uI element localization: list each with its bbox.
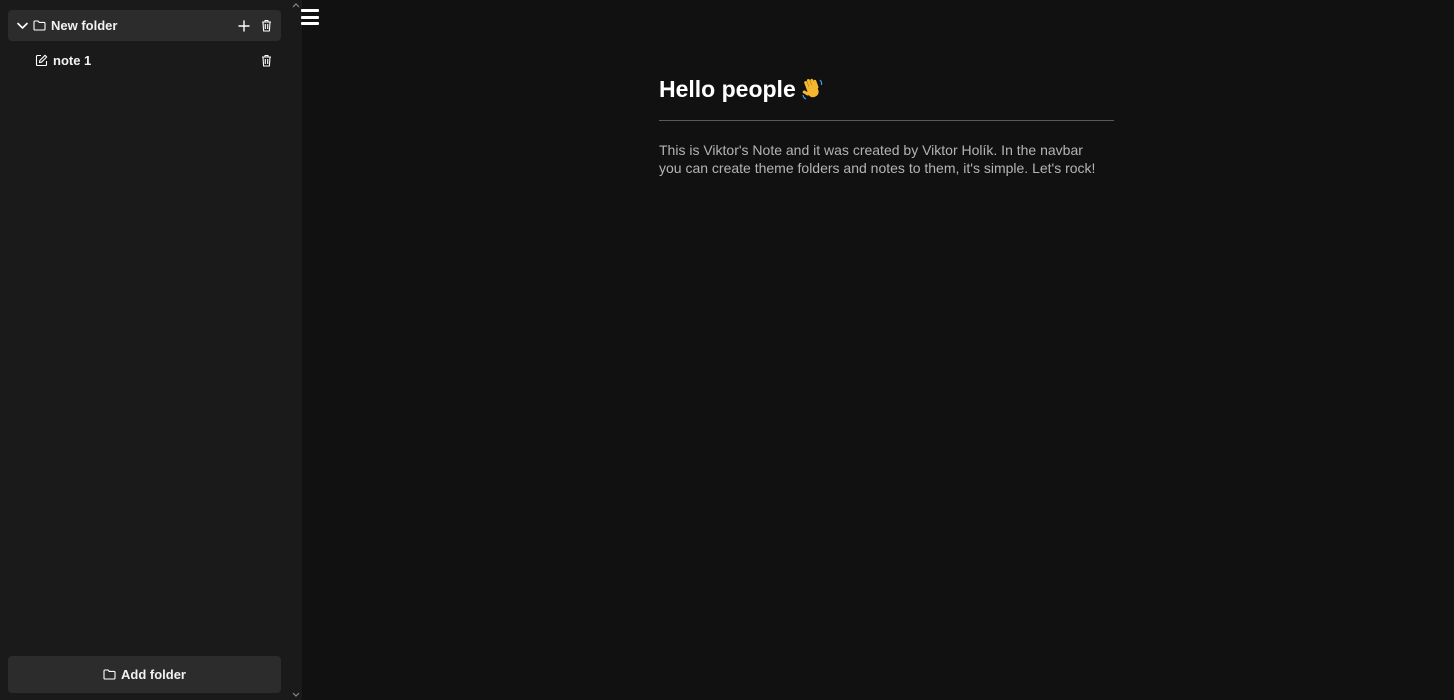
- add-folder-label: Add folder: [121, 667, 186, 682]
- folder-name: New folder: [51, 18, 118, 33]
- note-heading: Hello people: [659, 72, 1114, 106]
- edit-note-icon: [34, 53, 48, 67]
- trash-icon[interactable]: [259, 53, 273, 67]
- plus-icon[interactable]: [237, 19, 251, 33]
- folder-icon: [103, 669, 116, 680]
- add-folder-button[interactable]: Add folder: [8, 656, 281, 693]
- note-actions: [259, 48, 273, 72]
- trash-icon[interactable]: [259, 19, 273, 33]
- folder-row[interactable]: New folder: [8, 10, 281, 41]
- note-heading-text: Hello people: [659, 76, 796, 102]
- folder-actions: [237, 10, 273, 41]
- folder-icon: [32, 19, 46, 33]
- hamburger-menu-icon[interactable]: [301, 9, 319, 25]
- sidebar: New folder note 1 Add folder: [0, 0, 290, 700]
- note-body: This is Viktor's Note and it was created…: [659, 142, 1096, 176]
- scroll-down-icon[interactable]: [290, 689, 302, 699]
- sidebar-scrollbar[interactable]: [290, 0, 302, 700]
- waving-hand-icon: [800, 76, 826, 102]
- chevron-down-icon[interactable]: [16, 20, 28, 32]
- note-title: note 1: [53, 52, 92, 68]
- note-content: Hello people This is Viktor's Note and i…: [659, 72, 1114, 177]
- app-window: New folder note 1 Add folder Hello peopl…: [0, 0, 1454, 700]
- note-row[interactable]: note 1: [8, 48, 281, 72]
- heading-divider: [659, 120, 1114, 121]
